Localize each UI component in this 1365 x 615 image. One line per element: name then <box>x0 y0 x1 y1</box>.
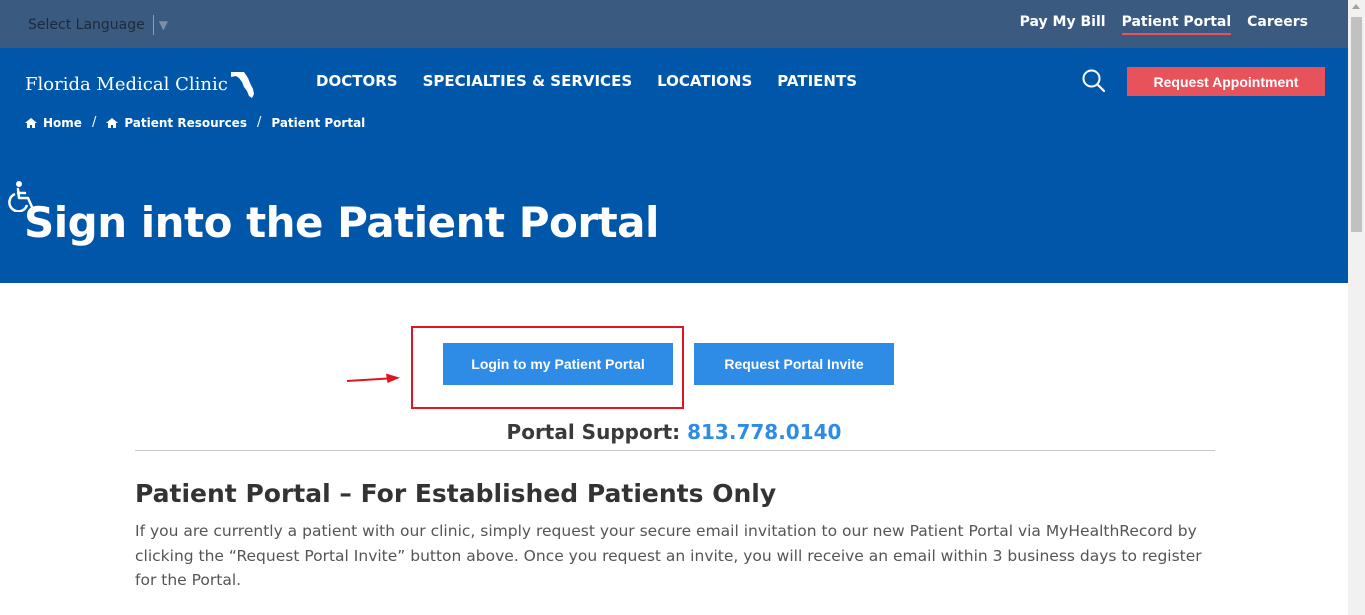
careers-link[interactable]: Careers <box>1247 14 1308 35</box>
chevron-down-icon: ▼ <box>158 18 168 32</box>
divider <box>135 450 1215 451</box>
language-select-divider <box>152 15 154 35</box>
page: Select Language ▼ Pay My Bill Patient Po… <box>0 0 1365 615</box>
nav-locations[interactable]: LOCATIONS <box>657 72 752 90</box>
florida-state-icon <box>230 72 254 98</box>
home-icon <box>106 117 119 128</box>
portal-support-label: Portal Support: <box>506 420 681 444</box>
scroll-up-icon[interactable] <box>1352 4 1360 9</box>
breadcrumb-current: Patient Portal <box>271 115 366 130</box>
patient-portal-link[interactable]: Patient Portal <box>1121 14 1232 35</box>
section-title: Patient Portal – For Established Patient… <box>135 479 777 508</box>
main-nav: DOCTORS SPECIALTIES & SERVICES LOCATIONS… <box>316 72 857 90</box>
search-icon <box>1082 69 1106 93</box>
search-button[interactable] <box>1081 68 1107 94</box>
portal-support: Portal Support: 813.778.0140 <box>0 420 1348 444</box>
annotation-arrow-icon <box>346 373 400 383</box>
nav-specialties-services[interactable]: SPECIALTIES & SERVICES <box>423 72 633 90</box>
scrollbar-thumb[interactable] <box>1351 17 1362 232</box>
utility-bar: Select Language ▼ Pay My Bill Patient Po… <box>0 0 1348 48</box>
breadcrumb-patient-resources[interactable]: Patient Resources <box>124 116 247 130</box>
breadcrumb: Home / Patient Resources / Patient Porta… <box>25 115 365 130</box>
language-select-label: Select Language <box>28 17 145 33</box>
site-logo[interactable]: Florida Medical Clinic <box>25 69 256 99</box>
breadcrumb-separator: / <box>256 115 262 130</box>
utility-links: Pay My Bill Patient Portal Careers <box>1020 14 1308 35</box>
scrollbar[interactable] <box>1348 0 1365 615</box>
request-portal-invite-button[interactable]: Request Portal Invite <box>694 343 894 385</box>
hero-header: Florida Medical Clinic DOCTORS SPECIALTI… <box>0 48 1348 283</box>
login-patient-portal-button[interactable]: Login to my Patient Portal <box>443 343 673 385</box>
home-icon <box>25 117 37 128</box>
section-body: If you are currently a patient with our … <box>135 522 1202 589</box>
portal-support-phone-link[interactable]: 813.778.0140 <box>687 420 841 444</box>
request-appointment-button[interactable]: Request Appointment <box>1127 67 1325 96</box>
pay-my-bill-link[interactable]: Pay My Bill <box>1020 14 1106 35</box>
language-select[interactable]: Select Language ▼ <box>28 14 168 36</box>
logo-text: Florida Medical Clinic <box>25 73 228 95</box>
breadcrumb-home[interactable]: Home <box>43 116 82 130</box>
breadcrumb-separator: / <box>91 115 97 130</box>
nav-patients[interactable]: PATIENTS <box>777 72 857 90</box>
page-title: Sign into the Patient Portal <box>24 198 659 247</box>
nav-doctors[interactable]: DOCTORS <box>316 72 398 90</box>
